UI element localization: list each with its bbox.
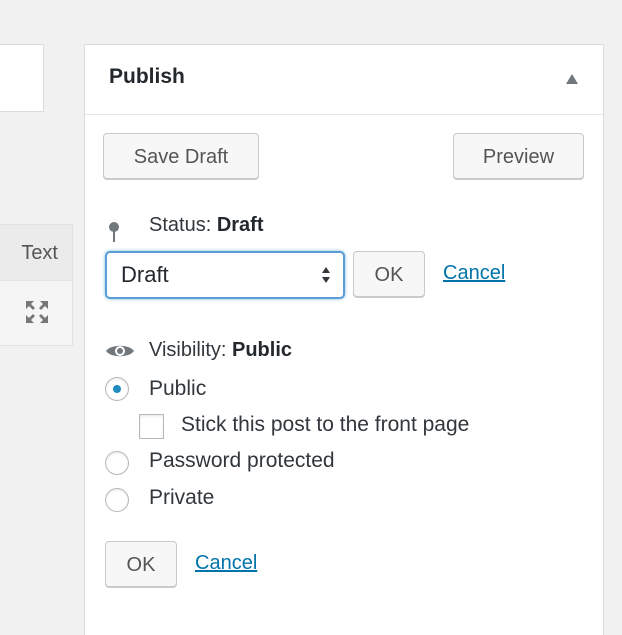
visibility-label: Visibility: (149, 339, 227, 361)
visibility-private-radio[interactable] (105, 488, 129, 512)
pin-icon (107, 221, 121, 243)
status-cancel-link[interactable]: Cancel (443, 262, 505, 285)
status-value: Draft (216, 214, 264, 236)
editor-toolbar: Text (0, 224, 73, 346)
triangle-up-icon[interactable] (565, 72, 579, 84)
visibility-password-label[interactable]: Password protected (149, 449, 335, 473)
sticky-post-label[interactable]: Stick this post to the front page (181, 413, 469, 437)
save-draft-button[interactable]: Save Draft (103, 133, 259, 179)
status-label: Status: (149, 214, 212, 236)
visibility-line: Visibility: Public (149, 339, 292, 362)
visibility-password-radio[interactable] (105, 451, 129, 475)
status-select-value: Draft (121, 262, 169, 287)
sticky-post-checkbox[interactable] (139, 414, 164, 439)
visibility-public-radio[interactable] (105, 377, 129, 401)
status-ok-button[interactable]: OK (353, 251, 425, 297)
publish-box: Publish Save Draft Preview Status: Draft… (84, 44, 604, 635)
status-select[interactable]: Draft (105, 251, 345, 299)
visibility-public-label[interactable]: Public (149, 377, 206, 401)
text-tab[interactable]: Text (0, 225, 72, 281)
visibility-cancel-link[interactable]: Cancel (195, 552, 257, 575)
visibility-value: Public (232, 339, 293, 361)
publish-box-header[interactable]: Publish (85, 45, 603, 115)
publish-box-title: Publish (109, 65, 185, 88)
status-line: Status: Draft (149, 214, 264, 237)
fullscreen-icon[interactable] (24, 299, 50, 325)
editor-title-field-edge[interactable] (0, 44, 44, 112)
eye-icon (105, 343, 135, 359)
visibility-ok-button[interactable]: OK (105, 541, 177, 587)
wp-editor-screen: Text Publish Save Draft Preview Status: … (0, 0, 622, 635)
preview-button[interactable]: Preview (453, 133, 584, 179)
updown-arrows-icon (321, 266, 331, 284)
visibility-private-label[interactable]: Private (149, 486, 214, 510)
